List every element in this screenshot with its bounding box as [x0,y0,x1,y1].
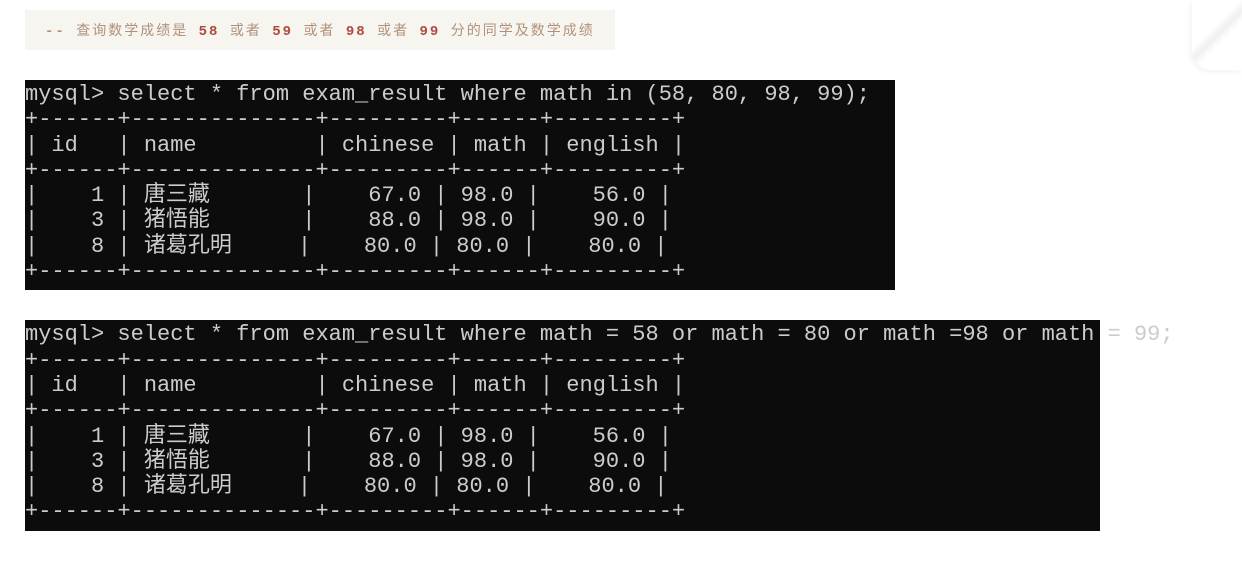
comment-num-1: 58 [199,24,220,40]
table-border: +------+--------------+---------+------+… [25,259,685,284]
comment-text-prefix: 查询数学成绩是 [76,24,188,40]
terminal-prompt-line: mysql> select * from exam_result where m… [25,322,1174,347]
table-row: | 1 | 唐三藏 | 67.0 | 98.0 | 56.0 | [25,424,672,449]
comment-num-4: 99 [420,24,441,40]
table-border: +------+--------------+---------+------+… [25,348,685,373]
table-row: | 1 | 唐三藏 | 67.0 | 98.0 | 56.0 | [25,183,672,208]
terminal-output-2: mysql> select * from exam_result where m… [25,320,1100,530]
table-header: | id | name | chinese | math | english | [25,373,685,398]
table-border: +------+--------------+---------+------+… [25,499,685,524]
comment-or-3: 或者 [377,24,409,40]
table-border: +------+--------------+---------+------+… [25,398,685,423]
table-row: | 8 | 诸葛孔明 | 80.0 | 80.0 | 80.0 | [25,474,668,499]
comment-dashes: -- [45,24,66,40]
terminal-prompt-line: mysql> select * from exam_result where m… [25,82,870,107]
comment-or-1: 或者 [230,24,262,40]
table-border: +------+--------------+---------+------+… [25,158,685,183]
page-corner-decoration [1192,0,1242,70]
comment-num-2: 59 [272,24,293,40]
comment-or-2: 或者 [303,24,335,40]
terminal-output-1: mysql> select * from exam_result where m… [25,80,895,290]
table-border: +------+--------------+---------+------+… [25,107,685,132]
table-row: | 3 | 猪悟能 | 88.0 | 98.0 | 90.0 | [25,449,672,474]
table-header: | id | name | chinese | math | english | [25,133,685,158]
sql-comment-block: -- 查询数学成绩是 58 或者 59 或者 98 或者 99 分的同学及数学成… [25,10,615,50]
comment-text-suffix: 分的同学及数学成绩 [451,24,595,40]
comment-num-3: 98 [346,24,367,40]
table-row: | 3 | 猪悟能 | 88.0 | 98.0 | 90.0 | [25,208,672,233]
table-row: | 8 | 诸葛孔明 | 80.0 | 80.0 | 80.0 | [25,234,668,259]
